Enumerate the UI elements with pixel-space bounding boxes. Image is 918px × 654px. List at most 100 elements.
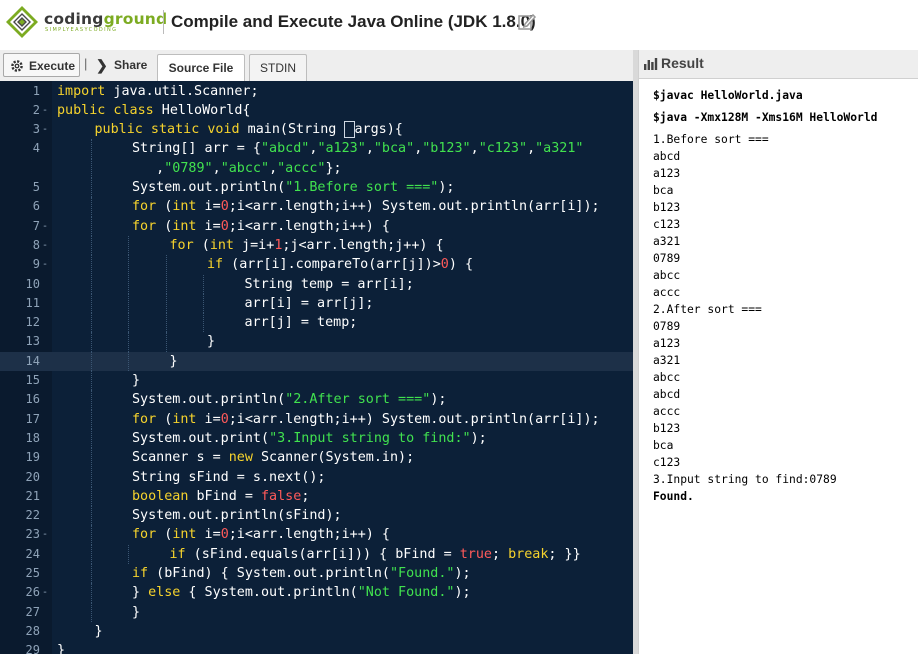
code-token: i= <box>196 527 221 543</box>
code-text: System.out.println("1.Before sort ==="); <box>132 178 455 197</box>
code-line[interactable]: 18 System.out.print("3.Input string to fi… <box>0 428 633 449</box>
tab-stdin[interactable]: STDIN <box>249 54 307 81</box>
indent-guide <box>90 428 92 449</box>
result-output-line: b123 <box>653 201 681 214</box>
result-output-line: bca <box>653 184 674 197</box>
line-number: 4 <box>32 141 40 156</box>
code-line[interactable]: 22 System.out.println(sFind); <box>0 506 633 526</box>
code-token-str: "2.After sort ===" <box>285 392 431 408</box>
indent-guide <box>165 313 167 333</box>
result-output-line: 3.Input string to find:0789 <box>653 473 837 486</box>
code-token: ( <box>156 411 173 427</box>
code-line[interactable]: 20 String sFind = s.next(); <box>0 467 633 487</box>
edit-icon[interactable] <box>517 12 537 32</box>
code-token: ;j<arr.length;j++) { <box>282 237 444 253</box>
share-button[interactable]: ❯ Share <box>96 53 152 77</box>
code-line[interactable]: 7- for (int i=0;i<arr.length;i++) { <box>0 216 633 236</box>
line-number: 13 <box>25 334 40 349</box>
fold-toggle-icon[interactable]: - <box>42 217 51 236</box>
code-line[interactable]: 27} <box>0 602 633 622</box>
code-line[interactable]: 26-} else { System.out.println("Not Foun… <box>0 583 633 603</box>
code-line[interactable]: 24 if (sFind.equals(arr[i])) { bFind = tr… <box>0 544 633 564</box>
line-number: 10 <box>25 276 40 291</box>
code-line[interactable]: 13} <box>0 332 633 352</box>
code-line[interactable]: ,"0789","abcc","accc"}; <box>0 158 633 178</box>
indent-guide <box>90 544 92 564</box>
result-output-line: 2.After sort === <box>653 303 762 316</box>
logo-tagline: SIMPLYEASYCODING <box>45 27 118 33</box>
share-label: Share <box>114 58 148 72</box>
fold-toggle-icon[interactable]: - <box>42 101 51 120</box>
indent-guide <box>90 139 92 159</box>
fold-toggle-icon[interactable]: - <box>42 120 51 139</box>
code-line[interactable]: 11 arr[i] = arr[j]; <box>0 293 633 314</box>
fold-toggle-icon[interactable]: - <box>42 525 51 544</box>
code-token-num: 0 <box>220 218 229 234</box>
code-line[interactable]: 19 Scanner s = new Scanner(System.in); <box>0 448 633 468</box>
code-line[interactable]: 16 System.out.println("2.After sort ===")… <box>0 390 633 410</box>
line-number: 5 <box>32 180 40 194</box>
code-text: System.out.println("2.After sort ==="); <box>132 390 446 409</box>
indent-guide <box>165 274 167 294</box>
code-line[interactable]: 23- for (int i=0;i<arr.length;i++) { <box>0 525 633 545</box>
code-token: ;i<arr.length;i++) System.out.println(ar… <box>228 199 600 215</box>
result-output-line: accc <box>653 286 681 299</box>
indent-guide <box>90 564 92 584</box>
code-token: , <box>470 141 479 157</box>
fold-toggle-icon[interactable]: - <box>42 255 51 274</box>
code-line[interactable]: 28} <box>0 622 633 641</box>
result-output-line: abcc <box>653 371 681 384</box>
code-line[interactable]: 4 String[] arr = {"abcd","a123","bca","b1… <box>0 139 633 159</box>
code-token-kw: int <box>172 218 197 234</box>
indent-guide <box>128 293 129 314</box>
code-line[interactable]: 1 import java.util.Scanner; <box>0 82 633 101</box>
fold-toggle-icon[interactable]: - <box>42 236 51 255</box>
header-divider <box>163 10 164 34</box>
line-number: 25 <box>25 566 40 580</box>
code-token: , <box>527 141 536 157</box>
codingground-logo[interactable]: codingground SIMPLYEASYCODING <box>4 4 174 40</box>
code-token: i= <box>196 199 221 215</box>
code-line[interactable]: 15} <box>0 371 633 391</box>
code-line[interactable]: 2- public class HelloWorld{ <box>0 101 633 120</box>
logo-word-ground: ground <box>103 10 168 28</box>
code-line[interactable]: 25 if (bFind) { System.out.println("Found… <box>0 564 633 584</box>
code-token: i= <box>196 218 221 234</box>
code-line[interactable]: 17 for (int i=0;i<arr.length;i++) System.… <box>0 409 633 429</box>
code-token-num: true <box>459 546 492 562</box>
code-editor[interactable]: 1 import java.util.Scanner; 2- public class… <box>0 81 633 654</box>
line-number: 7 <box>32 218 40 233</box>
code-token-str: "abcd" <box>261 141 310 157</box>
result-output-line: accc <box>653 405 681 418</box>
fold-toggle-icon[interactable]: - <box>42 583 51 602</box>
code-line[interactable]: 12 arr[j] = temp; <box>0 313 633 333</box>
code-token: } <box>132 604 141 620</box>
code-token-kw: for <box>132 411 157 427</box>
execute-button[interactable]: Execute <box>3 53 80 77</box>
code-token-kw: break <box>508 546 549 562</box>
code-line[interactable]: 5 System.out.println("1.Before sort ===")… <box>0 178 633 198</box>
code-text: } <box>170 352 178 371</box>
code-token: } <box>169 353 178 369</box>
code-token-str: "bca" <box>373 141 415 157</box>
indent-guide <box>90 486 92 507</box>
result-panel: Result $javac HelloWorld.java $java -Xmx1… <box>638 50 918 654</box>
code-text: public static void main(String args){ <box>95 120 403 139</box>
code-text: String temp = arr[i]; <box>245 275 414 294</box>
code-line[interactable]: 14} <box>0 351 633 371</box>
code-text: } <box>207 332 215 351</box>
code-line[interactable]: 10 String temp = arr[i]; <box>0 274 633 294</box>
share-icon: ❯ <box>96 57 108 73</box>
code-text: } <box>132 371 140 390</box>
indent-guide <box>90 235 92 256</box>
code-line[interactable]: 6 for (int i=0;i<arr.length;i++) System.o… <box>0 197 633 217</box>
code-line[interactable]: 21 boolean bFind = false; <box>0 486 633 507</box>
code-line[interactable]: 3- public static void main(String args){ <box>0 120 633 139</box>
code-line[interactable]: 8- for (int j=i+1;j<arr.length;j++) { <box>0 235 633 256</box>
code-line[interactable]: 9- if (arr[i].compareTo(arr[j])>0) { <box>0 255 633 275</box>
tab-source-file[interactable]: Source File <box>157 54 245 82</box>
code-text: for (int i=0;i<arr.length;i++) { <box>132 217 390 236</box>
code-line[interactable]: 29} <box>0 641 633 654</box>
code-token-kw: public static void <box>94 122 240 138</box>
indent-guide <box>128 255 129 275</box>
